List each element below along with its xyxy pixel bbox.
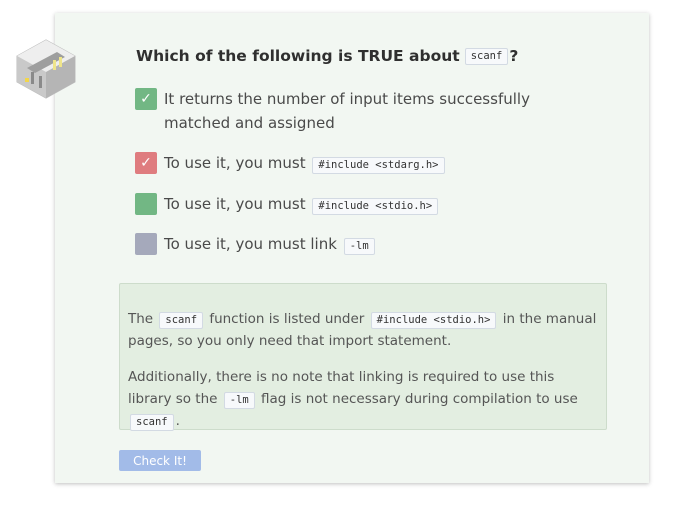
- feedback-paragraph-2: Additionally, there is no note that link…: [128, 366, 598, 432]
- codio-logo-icon: [16, 39, 76, 99]
- feedback-code: #include <stdio.h>: [370, 312, 497, 329]
- check-it-button[interactable]: Check It!: [119, 450, 201, 471]
- checkbox-correct-unchecked[interactable]: [135, 193, 157, 215]
- option-3-code: #include <stdio.h>: [312, 198, 439, 215]
- question-code: scanf: [464, 47, 509, 65]
- checkmark-icon: ✓: [140, 155, 152, 171]
- option-1[interactable]: ✓ It returns the number of input items s…: [135, 88, 584, 135]
- feedback-paragraph-1: The scanf function is listed under #incl…: [128, 308, 598, 352]
- feedback-text: flag is not necessary during compilation…: [261, 391, 578, 407]
- checkbox-checked-correct[interactable]: ✓: [135, 88, 157, 110]
- option-3-label: To use it, you must: [164, 195, 306, 213]
- feedback-text: .: [175, 413, 180, 429]
- feedback-text: function is listed under: [209, 311, 365, 327]
- option-2-label: To use it, you must: [164, 154, 306, 172]
- feedback-code: scanf: [159, 312, 204, 329]
- option-2[interactable]: ✓ To use it, you must #include <stdarg.h…: [135, 152, 447, 175]
- checkmark-icon: ✓: [140, 91, 152, 107]
- checkbox-unchecked[interactable]: [135, 233, 157, 255]
- option-4-code: -lm: [343, 238, 375, 255]
- checkbox-checked-incorrect[interactable]: ✓: [135, 152, 157, 174]
- feedback-panel: The scanf function is listed under #incl…: [119, 283, 607, 432]
- option-1-label: It returns the number of input items suc…: [164, 90, 530, 132]
- question-title: Which of the following is TRUE about sca…: [136, 47, 518, 65]
- option-4-label: To use it, you must link: [164, 235, 337, 253]
- question-prefix: Which of the following is TRUE about: [136, 47, 460, 65]
- feedback-code: scanf: [130, 414, 174, 431]
- feedback-code: -lm: [223, 392, 255, 409]
- option-4[interactable]: To use it, you must link -lm: [135, 233, 377, 256]
- option-3[interactable]: To use it, you must #include <stdio.h>: [135, 193, 440, 216]
- feedback-text: The: [128, 311, 154, 327]
- question-suffix: ?: [509, 47, 519, 65]
- option-2-code: #include <stdarg.h>: [312, 157, 445, 174]
